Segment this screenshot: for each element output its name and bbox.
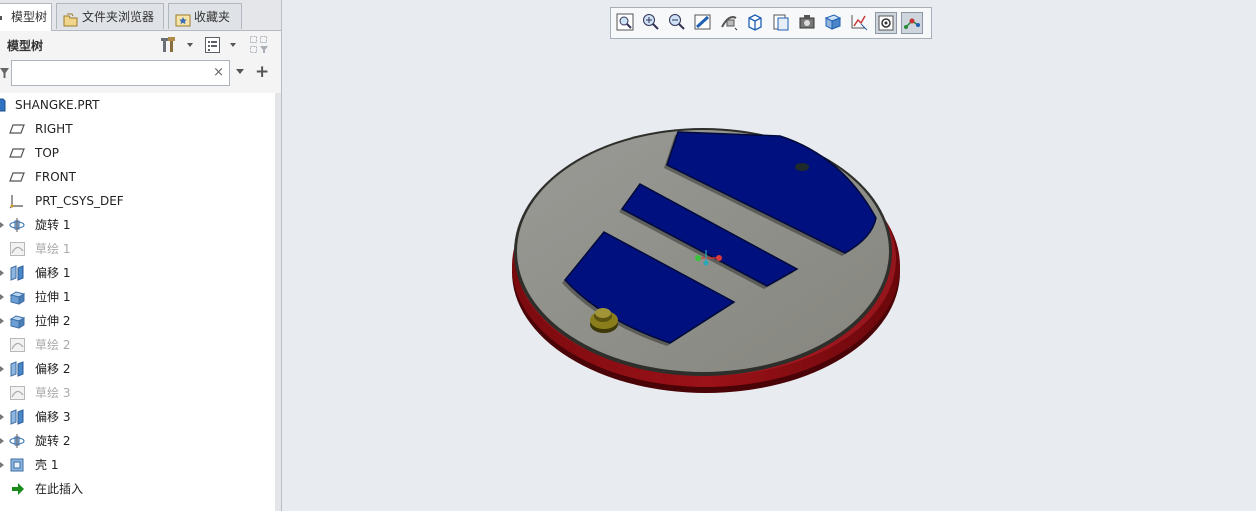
- tab-favorites[interactable]: 收藏夹: [168, 3, 242, 29]
- panel-header: 模型树: [0, 31, 275, 59]
- tree-item-label: 旋转 1: [35, 218, 71, 232]
- tree-item[interactable]: 拉伸 1: [0, 285, 272, 309]
- tree-item[interactable]: 草绘 2: [0, 333, 272, 357]
- tree-filter-button[interactable]: [249, 35, 271, 55]
- sketch-icon: [9, 337, 26, 353]
- tree-item[interactable]: 旋转 1: [0, 213, 272, 237]
- tree-item[interactable]: 壳 1: [0, 453, 272, 477]
- panel-title: 模型树: [7, 39, 44, 53]
- tree-item[interactable]: FRONT: [0, 165, 272, 189]
- model-tree-icon: [0, 16, 2, 20]
- tab-label: 模型树: [11, 10, 48, 24]
- tree-filter-icon: [250, 36, 268, 53]
- add-filter-button[interactable]: +: [255, 62, 269, 82]
- tree-item-label: RIGHT: [35, 122, 73, 136]
- tree-show-button[interactable]: [204, 35, 242, 55]
- tree-item-label: 在此插入: [35, 482, 84, 496]
- graphics-window[interactable]: [282, 0, 1256, 511]
- datum-plane-icon: [9, 121, 26, 137]
- part-icon: [0, 97, 12, 113]
- tab-label: 收藏夹: [194, 10, 231, 24]
- tab-label: 文件夹浏览器: [82, 10, 155, 24]
- tree-item-label: 拉伸 2: [35, 314, 71, 328]
- expand-arrow-icon[interactable]: [0, 318, 4, 324]
- tree-settings-button[interactable]: [160, 35, 198, 55]
- model-tree-panel: 模型树 文件夹浏览器 收藏夹 模型树 × + SHANGKE.PRT RIGHT…: [0, 0, 282, 511]
- model-tree: SHANGKE.PRT RIGHT TOP FRONT PRT_CSYS_DEF 旋转 1…: [0, 93, 275, 511]
- csys-icon: [9, 193, 26, 209]
- model-viewport[interactable]: [282, 0, 1256, 511]
- tree-item[interactable]: PRT_CSYS_DEF: [0, 189, 272, 213]
- insert-here-arrow-icon: [9, 481, 26, 497]
- tree-item[interactable]: 草绘 3: [0, 381, 272, 405]
- tree-item-label: PRT_CSYS_DEF: [35, 194, 124, 208]
- tree-item-label: 旋转 2: [35, 434, 71, 448]
- sketch-icon: [9, 241, 26, 257]
- expand-arrow-icon[interactable]: [0, 294, 4, 300]
- tree-item[interactable]: TOP: [0, 141, 272, 165]
- tab-folder-browser[interactable]: 文件夹浏览器: [56, 3, 164, 29]
- tree-item[interactable]: 草绘 1: [0, 237, 272, 261]
- tree-item-label: 偏移 3: [35, 410, 71, 424]
- tree-show-icon: [205, 37, 236, 53]
- offset-icon: [9, 265, 26, 281]
- expand-arrow-icon[interactable]: [0, 366, 4, 372]
- tree-scrollbar[interactable]: [275, 93, 281, 511]
- tree-item-label: 偏移 1: [35, 266, 71, 280]
- hole: [795, 163, 809, 171]
- tree-settings-icon: [161, 37, 193, 52]
- datum-plane-icon: [9, 145, 26, 161]
- tree-item-label: FRONT: [35, 170, 76, 184]
- tree-item[interactable]: 拉伸 2: [0, 309, 272, 333]
- tree-item[interactable]: 在此插入: [0, 477, 272, 501]
- offset-icon: [9, 361, 26, 377]
- datum-plane-icon: [9, 169, 26, 185]
- expand-arrow-icon[interactable]: [0, 270, 4, 276]
- tree-item[interactable]: 偏移 1: [0, 261, 272, 285]
- expand-arrow-icon[interactable]: [0, 438, 4, 444]
- extrude-icon: [9, 289, 26, 305]
- expand-arrow-icon[interactable]: [0, 462, 4, 468]
- tree-item[interactable]: RIGHT: [0, 117, 272, 141]
- offset-icon: [9, 409, 26, 425]
- expand-arrow-icon[interactable]: [0, 222, 4, 228]
- revolve-icon: [9, 217, 26, 233]
- navigator-tabbar: 模型树 文件夹浏览器 收藏夹: [0, 0, 281, 31]
- tree-item-label: 壳 1: [35, 458, 59, 472]
- tree-item-label: 草绘 3: [35, 386, 71, 400]
- tree-item[interactable]: 偏移 2: [0, 357, 272, 381]
- search-input[interactable]: [16, 62, 210, 86]
- tree-item-label: 草绘 2: [35, 338, 71, 352]
- tree-item-label: 拉伸 1: [35, 290, 71, 304]
- tree-item-label: 偏移 2: [35, 362, 71, 376]
- shell-icon: [9, 457, 26, 473]
- tree-item-label: 草绘 1: [35, 242, 71, 256]
- tree-item[interactable]: 偏移 3: [0, 405, 272, 429]
- tree-item[interactable]: 旋转 2: [0, 429, 272, 453]
- tree-item[interactable]: SHANGKE.PRT: [0, 93, 272, 117]
- tab-model-tree[interactable]: 模型树: [0, 3, 52, 31]
- tree-item-label: TOP: [35, 146, 60, 160]
- sketch-icon: [9, 385, 26, 401]
- favorites-icon: [175, 10, 191, 27]
- filter-icon: [0, 68, 9, 78]
- expand-arrow-icon[interactable]: [0, 414, 4, 420]
- revolve-icon: [9, 433, 26, 449]
- folder-browser-icon: [63, 10, 78, 27]
- tree-item-label: SHANGKE.PRT: [15, 98, 100, 112]
- extrude-icon: [9, 313, 26, 329]
- search-row: × +: [0, 59, 275, 89]
- search-field: ×: [11, 60, 230, 86]
- clear-search-icon[interactable]: ×: [213, 65, 224, 80]
- chevron-down-icon[interactable]: [235, 68, 245, 76]
